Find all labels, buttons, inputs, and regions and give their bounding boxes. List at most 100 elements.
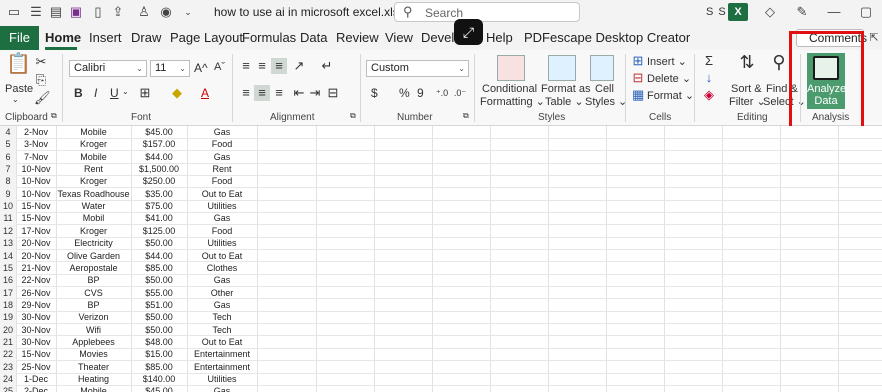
align-left-icon[interactable]: ≡ — [238, 85, 254, 101]
format-cells-icon[interactable]: ▦ — [632, 87, 644, 103]
conditional-formatting-icon[interactable] — [497, 55, 525, 81]
cell-date[interactable]: 30-Nov — [16, 324, 56, 336]
cell-date[interactable]: 2-Dec — [16, 385, 56, 392]
cell-date[interactable]: 10-Nov — [16, 188, 56, 200]
cell-date[interactable]: 22-Nov — [16, 274, 56, 286]
share-ribbon-icon[interactable]: ⇱ — [866, 30, 882, 46]
row-number[interactable]: 8 — [0, 175, 16, 188]
cell-vendor[interactable]: Heating — [56, 373, 131, 385]
format-as-table-label-2[interactable]: Table ⌄ — [545, 95, 584, 108]
pen-icon[interactable]: ✎ — [794, 4, 810, 20]
row-number[interactable]: 23 — [0, 360, 16, 374]
cell-vendor[interactable]: BP — [56, 299, 131, 311]
cell-date[interactable]: 10-Nov — [16, 175, 56, 187]
cell-category[interactable]: Entertainment — [187, 348, 257, 360]
tab-formulas[interactable]: Formulas — [242, 30, 296, 45]
tab-pdfescape[interactable]: PDFescape Desktop Creator — [524, 30, 690, 45]
table-row[interactable]: 21 30-Nov Applebees $48.00 Out to Eat — [0, 335, 882, 349]
table-row[interactable]: 17 26-Nov CVS $55.00 Other — [0, 286, 882, 299]
cell-amount[interactable]: $50.00 — [131, 274, 187, 286]
cell-amount[interactable]: $250.00 — [131, 175, 187, 187]
percent-button[interactable]: % — [399, 86, 410, 100]
conditional-formatting-label-2[interactable]: Formatting ⌄ — [480, 95, 545, 108]
cell-category[interactable]: Utilities — [187, 237, 257, 249]
row-number[interactable]: 19 — [0, 311, 16, 324]
cell-date[interactable]: 2-Nov — [16, 126, 56, 138]
table-row[interactable]: 4 2-Nov Mobile $45.00 Gas — [0, 126, 882, 139]
row-number[interactable]: 10 — [0, 200, 16, 213]
cell-styles-label-2[interactable]: Styles ⌄ — [585, 95, 627, 108]
cell-category[interactable]: Other — [187, 287, 257, 299]
wrap-text-icon[interactable]: ↵ — [320, 58, 334, 74]
table-row[interactable]: 6 7-Nov Mobile $44.00 Gas — [0, 150, 882, 164]
table-row[interactable]: 16 22-Nov BP $50.00 Gas — [0, 274, 882, 287]
cell-amount[interactable]: $15.00 — [131, 348, 187, 360]
row-number[interactable]: 6 — [0, 150, 16, 164]
cell-amount[interactable]: $50.00 — [131, 311, 187, 323]
cell-date[interactable]: 20-Nov — [16, 250, 56, 262]
row-number[interactable]: 24 — [0, 373, 16, 386]
list-icon[interactable]: ▤ — [48, 4, 64, 20]
cell-category[interactable]: Gas — [187, 385, 257, 392]
underline-button[interactable]: U — [110, 86, 119, 100]
cell-amount[interactable]: $85.00 — [131, 262, 187, 274]
cell-vendor[interactable]: Kroger — [56, 175, 131, 187]
cell-category[interactable]: Gas — [187, 299, 257, 311]
cell-category[interactable]: Entertainment — [187, 361, 257, 373]
row-number[interactable]: 14 — [0, 249, 16, 262]
cell-amount[interactable]: $1,500.00 — [131, 163, 187, 175]
cell-vendor[interactable]: Mobile — [56, 151, 131, 163]
row-number[interactable]: 17 — [0, 286, 16, 299]
conditional-formatting-label-1[interactable]: Conditional — [482, 83, 537, 95]
number-format-combo[interactable]: Custom ⌄ — [366, 60, 469, 77]
cell-category[interactable]: Tech — [187, 311, 257, 323]
tab-page-layout[interactable]: Page Layout — [170, 30, 243, 45]
row-number[interactable]: 12 — [0, 224, 16, 238]
cell-date[interactable]: 15-Nov — [16, 200, 56, 212]
row-number[interactable]: 4 — [0, 126, 16, 139]
increase-decimal-icon[interactable]: ⁺.0 — [434, 85, 450, 101]
cell-amount[interactable]: $157.00 — [131, 138, 187, 150]
table-row[interactable]: 13 20-Nov Electricity $50.00 Utilities — [0, 237, 882, 250]
person-icon[interactable]: ♙ — [136, 4, 152, 20]
cell-category[interactable]: Out to Eat — [187, 250, 257, 262]
cell-date[interactable]: 7-Nov — [16, 151, 56, 163]
cell-amount[interactable]: $75.00 — [131, 200, 187, 212]
cell-vendor[interactable]: BP — [56, 274, 131, 286]
merge-center-icon[interactable]: ⊟ — [326, 85, 340, 101]
cell-vendor[interactable]: Kroger — [56, 138, 131, 150]
cell-amount[interactable]: $55.00 — [131, 287, 187, 299]
more-icon[interactable]: ⌄ — [180, 4, 196, 20]
cell-vendor[interactable]: Rent — [56, 163, 131, 175]
cell-vendor[interactable]: Mobile — [56, 126, 131, 138]
tab-draw[interactable]: Draw — [131, 30, 161, 45]
cell-vendor[interactable]: Applebees — [56, 336, 131, 348]
cell-vendor[interactable]: Theater — [56, 361, 131, 373]
cell-vendor[interactable]: Movies — [56, 348, 131, 360]
cell-vendor[interactable]: Water — [56, 200, 131, 212]
dialog-launcher-icon[interactable]: ⧉ — [463, 111, 469, 121]
cell-amount[interactable]: $125.00 — [131, 225, 187, 237]
table-row[interactable]: 9 10-Nov Texas Roadhouse $35.00 Out to Eat — [0, 187, 882, 201]
spreadsheet-grid[interactable]: 4 2-Nov Mobile $45.00 Gas 5 3-Nov Kroger $157.00… — [0, 126, 882, 392]
table-row[interactable]: 19 30-Nov Verizon $50.00 Tech — [0, 311, 882, 324]
delete-cells-button[interactable]: Delete ⌄ — [647, 72, 691, 85]
table-row[interactable]: 20 30-Nov Wifi $50.00 Tech — [0, 323, 882, 336]
row-number[interactable]: 22 — [0, 348, 16, 361]
tab-home[interactable]: Home — [45, 30, 81, 45]
sort-filter-label-1[interactable]: Sort & — [731, 83, 762, 95]
file-name[interactable]: how to use ai in microsoft excel.xlsx ⌄ — [214, 5, 418, 19]
row-number[interactable]: 21 — [0, 335, 16, 349]
row-number[interactable]: 7 — [0, 163, 16, 176]
grow-font-button[interactable]: A^ — [194, 61, 208, 75]
cell-category[interactable]: Clothes — [187, 262, 257, 274]
table-row[interactable]: 23 25-Nov Theater $85.00 Entertainment — [0, 360, 882, 374]
share-icon[interactable]: ⇪ — [110, 4, 126, 20]
cell-amount[interactable]: $41.00 — [131, 212, 187, 224]
find-select-icon[interactable]: ⚲ — [767, 53, 791, 71]
cell-vendor[interactable]: Aeropostale — [56, 262, 131, 274]
cell-category[interactable]: Gas — [187, 151, 257, 163]
tab-insert[interactable]: Insert — [89, 30, 122, 45]
cell-vendor[interactable]: Kroger — [56, 225, 131, 237]
cut-icon[interactable]: ✂ — [34, 54, 48, 70]
